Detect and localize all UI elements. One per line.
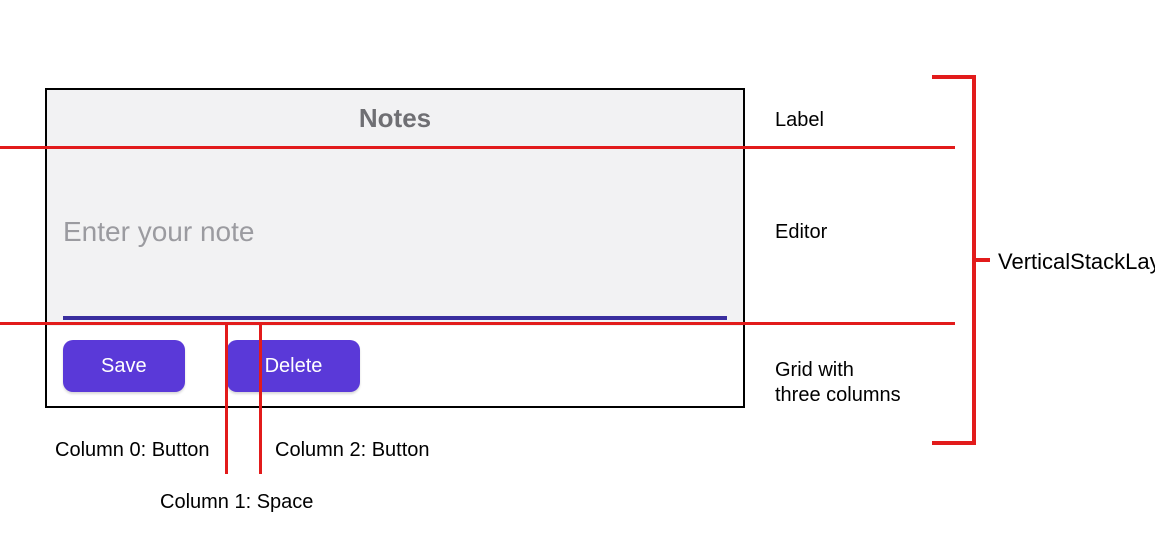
button-grid: Save Delete [47,326,743,406]
annotation-stack-label: VerticalStackLayout [998,248,1155,276]
annotation-brace [932,441,972,445]
annotation-col0: Column 0: Button [55,438,210,463]
annotation-line [259,324,262,474]
page-title: Notes [359,103,431,134]
note-editor[interactable]: Enter your note [63,186,727,314]
editor-placeholder: Enter your note [63,216,254,248]
delete-button[interactable]: Delete [227,340,361,392]
annotation-col2: Column 2: Button [275,438,430,463]
vertical-stack-layout: Notes Enter your note Save Delete [45,88,745,408]
annotation-label: Label [775,108,824,133]
annotation-label: Editor [775,220,827,245]
annotation-brace [932,75,972,79]
editor-underline [63,316,727,320]
annotation-line [225,324,228,474]
editor-row[interactable]: Enter your note [47,146,743,326]
label-row: Notes [47,90,743,146]
annotation-col1: Column 1: Space [160,490,313,515]
annotation-line [0,146,955,149]
annotation-label: Grid with three columns [775,358,901,408]
annotation-brace [972,258,990,262]
save-button[interactable]: Save [63,340,185,392]
annotation-line [0,322,955,325]
